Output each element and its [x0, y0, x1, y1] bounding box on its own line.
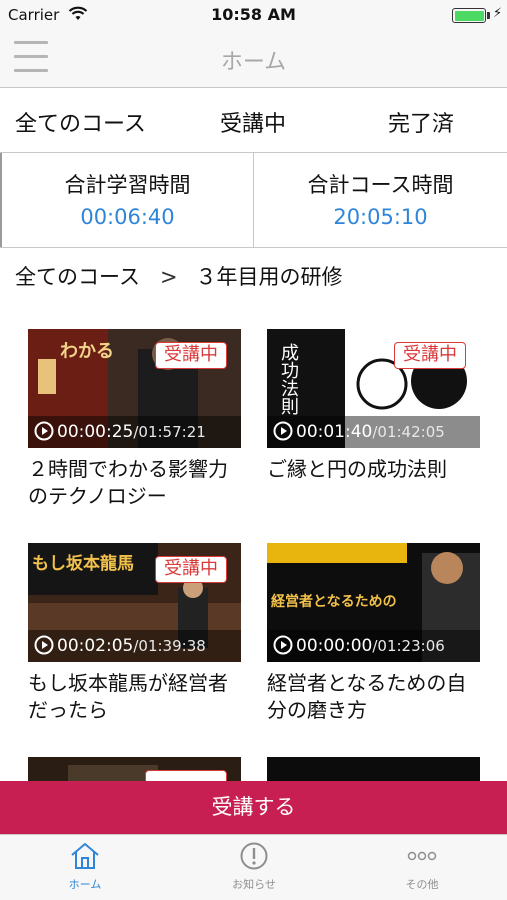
stats-panel: 合計学習時間 00:06:40 合計コース時間 20:05:10	[0, 153, 507, 248]
battery-icon	[452, 8, 486, 23]
thumbnail-caption: わかる	[60, 341, 114, 362]
tab-notifications[interactable]: お知らせ	[194, 841, 314, 892]
play-circle-icon[interactable]	[273, 635, 293, 655]
course-title: 経営者となるための自分の磨き方	[267, 671, 467, 722]
more-dots-icon	[407, 851, 437, 861]
play-circle-icon[interactable]	[273, 421, 293, 441]
tab-home-label: ホーム	[68, 878, 102, 891]
course-card-partial[interactable]	[267, 757, 480, 781]
course-card[interactable]: もし坂本龍馬 受講中 00:02:05/01:39:38 もし坂本龍馬が経営者だ…	[28, 543, 241, 724]
total-time: /01:23:06	[372, 637, 445, 655]
tab-completed[interactable]: 完了済	[388, 106, 454, 138]
tab-more[interactable]: その他	[362, 841, 482, 892]
total-study-time: 合計学習時間 00:06:40	[0, 153, 254, 247]
course-title: ２時間でわかる影響力のテクノロジー	[28, 457, 228, 508]
total-time: /01:57:21	[133, 423, 206, 441]
course-card-partial[interactable]	[28, 757, 241, 781]
status-badge: 受講中	[394, 342, 466, 369]
total-course-time: 合計コース時間 20:05:10	[254, 153, 507, 247]
course-thumbnail: 成功法則 受講中 00:01:40/01:42:05	[267, 329, 480, 448]
battery-tip	[487, 12, 490, 19]
breadcrumb-current: ３年目用の研修	[195, 265, 343, 289]
total-study-time-value: 00:06:40	[80, 205, 175, 229]
tab-home[interactable]: ホーム	[25, 841, 145, 892]
breadcrumb-separator: >	[159, 265, 178, 289]
total-study-time-label: 合計学習時間	[64, 173, 191, 197]
total-course-time-label: 合計コース時間	[307, 173, 454, 197]
tab-all-courses[interactable]: 全てのコース	[15, 106, 146, 138]
course-thumbnail: もし坂本龍馬 受講中 00:02:05/01:39:38	[28, 543, 241, 662]
play-circle-icon[interactable]	[34, 421, 54, 441]
course-filter-tabs: 全てのコース 受講中 完了済	[0, 88, 507, 153]
course-title: もし坂本龍馬が経営者だったら	[28, 671, 228, 722]
breadcrumb: 全てのコース >３年目用の研修	[15, 261, 343, 291]
course-thumbnail: わかる 受講中 00:00:25/01:57:21	[28, 329, 241, 448]
thumbnail-caption: もし坂本龍馬	[32, 554, 134, 574]
navigation-bar: ホーム	[0, 30, 507, 88]
course-card[interactable]: わかる 受講中 00:00:25/01:57:21 ２時間でわかる影響力のテクノ…	[28, 329, 241, 510]
tab-bar: ホーム お知らせ その他	[0, 834, 507, 900]
thumbnail-caption: 経営者となるための	[271, 594, 397, 610]
status-bar: Carrier 10:58 AM ⚡	[0, 0, 507, 30]
status-badge: 受講中	[155, 556, 227, 583]
breadcrumb-root[interactable]: 全てのコース	[15, 265, 140, 289]
course-card[interactable]: 経営者となるための 00:00:00/01:23:06 経営者となるための自分の…	[267, 543, 480, 724]
home-icon	[71, 842, 99, 869]
course-thumbnail: 経営者となるための 00:00:00/01:23:06	[267, 543, 480, 662]
elapsed-time: 00:01:40	[296, 422, 373, 442]
tab-notifications-label: お知らせ	[232, 878, 276, 891]
total-course-time-value: 20:05:10	[333, 205, 428, 229]
clock-time: 10:58 AM	[211, 5, 296, 24]
charging-bolt-icon: ⚡	[493, 6, 503, 21]
duration-bar: 00:00:00/01:23:06	[267, 630, 480, 662]
elapsed-time: 00:02:05	[57, 636, 134, 656]
tab-more-label: その他	[405, 878, 439, 891]
status-badge-fragment	[145, 770, 227, 781]
total-time: /01:42:05	[372, 423, 445, 441]
status-badge: 受講中	[155, 342, 227, 369]
elapsed-time: 00:00:00	[296, 636, 373, 656]
page-title: ホーム	[220, 50, 287, 75]
enroll-button[interactable]: 受講する	[0, 781, 507, 834]
course-card[interactable]: 成功法則 受講中 00:01:40/01:42:05 ご縁と円の成功法則	[267, 329, 480, 483]
duration-bar: 00:01:40/01:42:05	[267, 416, 480, 448]
play-circle-icon[interactable]	[34, 635, 54, 655]
total-time: /01:39:38	[133, 637, 206, 655]
elapsed-time: 00:00:25	[57, 422, 134, 442]
duration-bar: 00:00:25/01:57:21	[28, 416, 241, 448]
tab-in-progress[interactable]: 受講中	[220, 106, 286, 138]
exclamation-circle-icon	[240, 842, 268, 870]
course-title: ご縁と円の成功法則	[267, 457, 447, 481]
duration-bar: 00:02:05/01:39:38	[28, 630, 241, 662]
